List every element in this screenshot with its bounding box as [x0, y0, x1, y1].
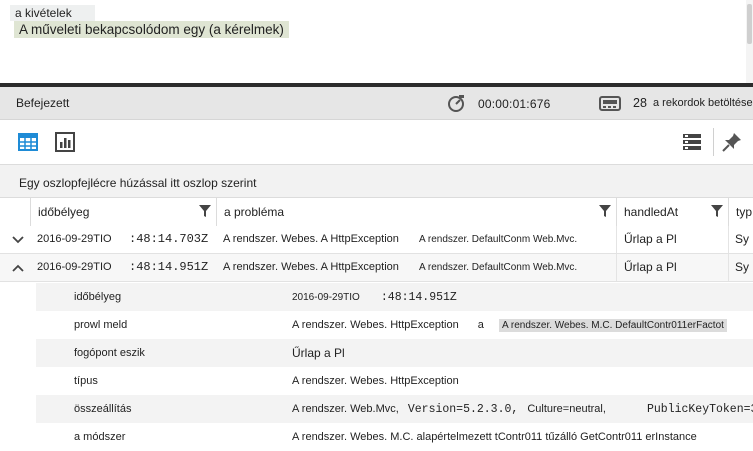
- query-line-1[interactable]: a kivételek: [10, 5, 95, 21]
- cell-type: Sy: [735, 232, 750, 246]
- cell-date: 2016-09-29TIO: [37, 233, 112, 245]
- column-header-type[interactable]: typ: [728, 198, 753, 226]
- detail-value: A rendszer. Webes. HttpException a A ren…: [292, 311, 727, 339]
- column-header-problem[interactable]: a probléma: [216, 198, 616, 226]
- detail-value: A rendszer. Web.Mvc, Version=5.2.3.0, Cu…: [292, 395, 753, 423]
- row-details-panel: időbélyeg 2016-09-29TIO :48:14.951Z prow…: [36, 283, 753, 446]
- detail-highlight: A rendszer. Webes. M.C. DefaultContr011e…: [498, 319, 727, 332]
- cell-type: Sy: [735, 260, 750, 274]
- column-divider: [728, 226, 729, 253]
- group-by-area[interactable]: Egy oszlopfejlécre húzással itt oszlop s…: [0, 165, 753, 197]
- columns-icon[interactable]: [682, 132, 702, 152]
- detail-key: időbélyeg: [74, 291, 122, 303]
- chevron-down-icon[interactable]: [11, 233, 25, 247]
- filter-icon[interactable]: [199, 205, 211, 217]
- column-header-timestamp[interactable]: időbélyeg: [30, 198, 216, 226]
- grid-header: időbélyeg a probléma handledAt typ: [0, 197, 753, 227]
- detail-row-handled: fogópont eszik Űrlap a Pl: [36, 339, 753, 367]
- editor-scroll-thumb[interactable]: [747, 4, 752, 44]
- column-header-label: typ: [736, 205, 753, 219]
- results-toolbar: [0, 120, 753, 165]
- detail-value: A rendszer. Webes. M.C. alapértelmezett …: [292, 431, 697, 443]
- detail-text: a: [477, 319, 484, 331]
- detail-row-timestamp: időbélyeg 2016-09-29TIO :48:14.951Z: [36, 283, 753, 311]
- detail-text: PublicKeyToken=3: [646, 403, 753, 416]
- detail-row-prowl: prowl meld A rendszer. Webes. HttpExcept…: [36, 311, 753, 339]
- detail-text: A rendszer. Web.Mvc,: [292, 403, 399, 415]
- chart-view-icon[interactable]: [55, 132, 75, 152]
- cell-problem: A rendszer. Webes. A HttpException: [223, 261, 399, 273]
- detail-row-type: típus A rendszer. Webes. HttpException: [36, 367, 753, 395]
- column-header-label: handledAt: [624, 205, 679, 219]
- pin-icon[interactable]: [722, 132, 742, 152]
- table-row[interactable]: 2016-09-29TIO :48:14.703Z A rendszer. We…: [0, 226, 753, 254]
- query-editor[interactable]: a kivételek A műveleti bekapcsolódom egy…: [0, 0, 753, 83]
- cell-time: :48:14.951Z: [129, 260, 209, 274]
- cell-time: :48:14.703Z: [129, 232, 209, 246]
- toolbar-divider: [713, 128, 714, 156]
- detail-key: típus: [74, 375, 98, 387]
- column-header-label: a probléma: [224, 205, 285, 219]
- editor-scrollbar[interactable]: [746, 0, 753, 83]
- table-view-icon[interactable]: [18, 132, 38, 152]
- records-label: a rekordok betöltése: [653, 97, 753, 109]
- column-header-handledat[interactable]: handledAt: [616, 198, 728, 226]
- column-divider: [616, 254, 617, 281]
- cell-date: 2016-09-29TIO: [37, 261, 112, 273]
- detail-text: Version=5.2.3.0,: [407, 403, 519, 416]
- status-bar: Befejezett 00:00:01:676 28 a rekordok be…: [0, 87, 753, 120]
- detail-key: prowl meld: [74, 319, 128, 331]
- detail-key: fogópont eszik: [74, 347, 145, 359]
- detail-value: 2016-09-29TIO :48:14.951Z: [292, 283, 457, 311]
- detail-row-method: a módszer A rendszer. Webes. M.C. alapér…: [36, 423, 753, 451]
- detail-value: A rendszer. Webes. HttpException: [292, 375, 459, 387]
- group-by-hint: Egy oszlopfejlécre húzással itt oszlop s…: [19, 176, 257, 190]
- detail-key: összeállítás: [74, 403, 132, 415]
- query-line-2[interactable]: A műveleti bekapcsolódom egy (a kérelmek…: [14, 21, 289, 38]
- filter-icon[interactable]: [711, 205, 723, 217]
- detail-row-assembly: összeállítás A rendszer. Web.Mvc, Versio…: [36, 395, 753, 423]
- cell-problem: A rendszer. Webes. A HttpException: [223, 233, 399, 245]
- cell-handledat: Űrlap a Pl: [624, 260, 677, 274]
- detail-key: a módszer: [74, 431, 126, 443]
- record-count: 28: [633, 96, 647, 110]
- elapsed-time: 00:00:01:676: [478, 97, 551, 111]
- detail-value: Űrlap a Pl: [292, 346, 345, 360]
- detail-text: A rendszer. Webes. HttpException: [292, 319, 459, 331]
- column-header-label: időbélyeg: [38, 205, 90, 219]
- detail-text: Culture=neutral,: [527, 403, 606, 415]
- detail-time: :48:14.951Z: [380, 291, 457, 304]
- column-divider: [616, 226, 617, 253]
- cell-handledat: Űrlap a Pl: [624, 232, 677, 246]
- table-row-expanded[interactable]: 2016-09-29TIO :48:14.951Z A rendszer. We…: [0, 254, 753, 282]
- timer-icon: [448, 95, 464, 112]
- filter-icon[interactable]: [599, 205, 611, 217]
- chevron-up-icon[interactable]: [11, 261, 25, 275]
- status-label: Befejezett: [16, 96, 70, 110]
- records-icon: [599, 96, 621, 111]
- cell-problem-detail: A rendszer. DefaultConm Web.Mvc.: [419, 262, 578, 273]
- detail-date: 2016-09-29TIO: [292, 292, 360, 303]
- column-divider: [728, 254, 729, 281]
- cell-problem-detail: A rendszer. DefaultConm Web.Mvc.: [419, 234, 578, 245]
